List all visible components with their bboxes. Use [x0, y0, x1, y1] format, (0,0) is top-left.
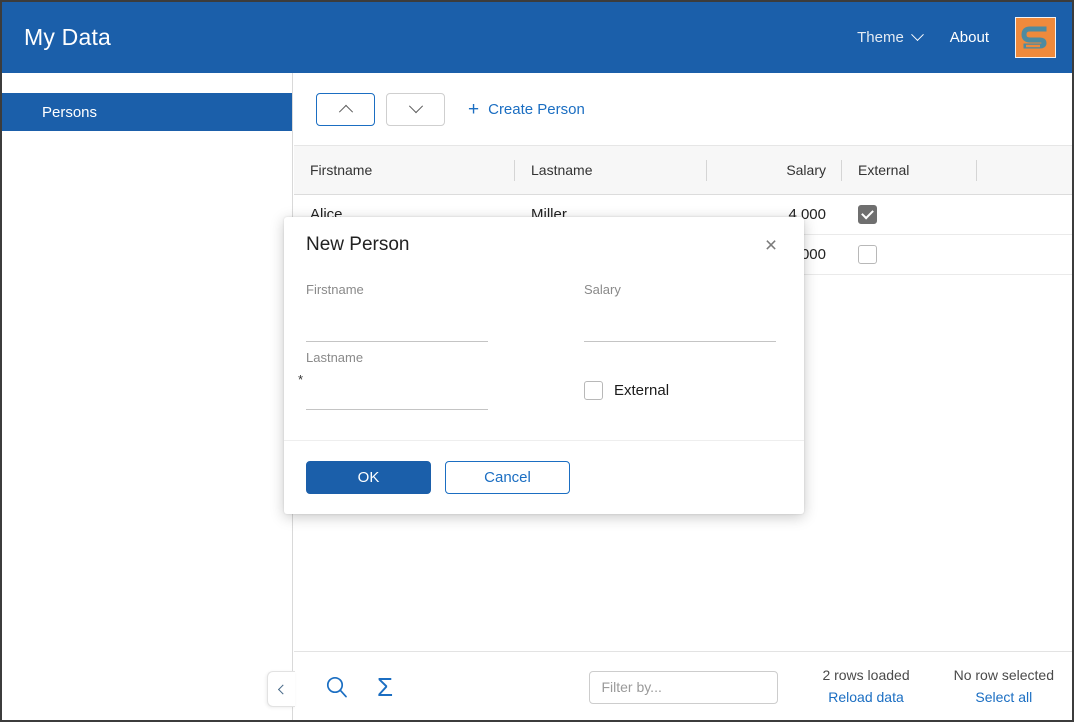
- dialog-body: Firstname Salary * Lastname External: [284, 273, 804, 441]
- column-header-label: Firstname: [310, 162, 372, 178]
- column-header-label: External: [858, 162, 909, 178]
- chevron-up-icon: [338, 105, 352, 119]
- dialog-title: New Person: [306, 234, 410, 256]
- external-checkbox[interactable]: [858, 245, 877, 264]
- nav-down-button[interactable]: [386, 93, 445, 126]
- theme-menu-label: Theme: [857, 29, 904, 46]
- page-title: My Data: [24, 24, 111, 51]
- lastname-label: Lastname: [306, 350, 566, 365]
- cancel-button[interactable]: Cancel: [445, 461, 570, 494]
- close-icon[interactable]: ×: [758, 232, 784, 258]
- create-person-button[interactable]: + Create Person: [468, 100, 585, 119]
- dialog-form: Firstname Salary * Lastname External: [306, 282, 782, 418]
- app-header: My Data Theme About: [2, 2, 1072, 73]
- dialog-footer: OK Cancel: [284, 441, 804, 514]
- chevron-down-icon: [911, 28, 924, 41]
- theme-menu[interactable]: Theme: [843, 29, 936, 46]
- required-marker: *: [298, 372, 303, 387]
- sidebar-collapse-button[interactable]: [267, 671, 295, 707]
- column-header-firstname[interactable]: Firstname: [294, 146, 515, 194]
- sidebar-item-persons[interactable]: Persons: [2, 93, 292, 131]
- table-footer: Σ 2 rows loaded Reload data No row selec…: [294, 651, 1072, 722]
- logo-s-icon: [1019, 21, 1053, 55]
- select-all-link[interactable]: Select all: [975, 687, 1032, 709]
- nav-up-button[interactable]: [316, 93, 375, 126]
- filter-input[interactable]: [589, 671, 778, 704]
- salary-field[interactable]: Salary: [584, 282, 782, 350]
- cell-external: [842, 195, 977, 234]
- search-icon[interactable]: [320, 670, 354, 704]
- column-header-salary[interactable]: Salary: [707, 146, 842, 194]
- rows-loaded-label: 2 rows loaded: [822, 665, 909, 687]
- table-toolbar: + Create Person: [294, 73, 1072, 146]
- cell-external: [842, 235, 977, 274]
- cell-spacer: [977, 195, 1072, 234]
- external-checkbox[interactable]: [858, 205, 877, 224]
- sidebar-top-spacer: [2, 73, 292, 93]
- external-field: External: [584, 350, 782, 418]
- rows-loaded-status: 2 rows loaded Reload data: [822, 665, 909, 708]
- cell-spacer: [977, 235, 1072, 274]
- lastname-underline: [306, 409, 488, 410]
- lastname-field[interactable]: * Lastname: [306, 350, 566, 418]
- column-header-label: Salary: [786, 162, 826, 178]
- reload-data-link[interactable]: Reload data: [828, 687, 904, 709]
- sum-sigma-icon[interactable]: Σ: [368, 670, 402, 704]
- sidebar: Persons: [2, 73, 293, 722]
- column-header-lastname[interactable]: Lastname: [515, 146, 707, 194]
- ok-button[interactable]: OK: [306, 461, 431, 494]
- filter-field-wrapper: [589, 671, 778, 704]
- external-label: External: [614, 382, 669, 399]
- app-window: My Data Theme About Persons: [0, 0, 1074, 722]
- external-checkbox[interactable]: [584, 381, 603, 400]
- sidebar-item-label: Persons: [42, 104, 97, 121]
- firstname-field[interactable]: Firstname: [306, 282, 566, 350]
- selection-status: No row selected Select all: [954, 665, 1054, 708]
- about-link-label: About: [950, 29, 989, 46]
- header-actions: Theme About: [843, 2, 1072, 73]
- salary-label: Salary: [584, 282, 782, 297]
- column-header-external[interactable]: External: [842, 146, 977, 194]
- brand-logo: [1015, 17, 1056, 58]
- firstname-label: Firstname: [306, 282, 566, 297]
- selection-status-label: No row selected: [954, 665, 1054, 687]
- about-link[interactable]: About: [936, 29, 1003, 46]
- salary-underline: [584, 341, 776, 342]
- dialog-header: New Person ×: [284, 217, 804, 273]
- plus-icon: +: [468, 100, 479, 119]
- create-person-label: Create Person: [488, 101, 585, 118]
- chevron-left-icon: [278, 684, 288, 694]
- table-header-row: Firstname Lastname Salary External: [294, 146, 1072, 195]
- column-header-label: Lastname: [531, 162, 592, 178]
- firstname-underline: [306, 341, 488, 342]
- chevron-down-icon: [408, 99, 422, 113]
- new-person-dialog: New Person × Firstname Salary * Lastname: [284, 217, 804, 514]
- column-header-spacer: [977, 146, 1072, 194]
